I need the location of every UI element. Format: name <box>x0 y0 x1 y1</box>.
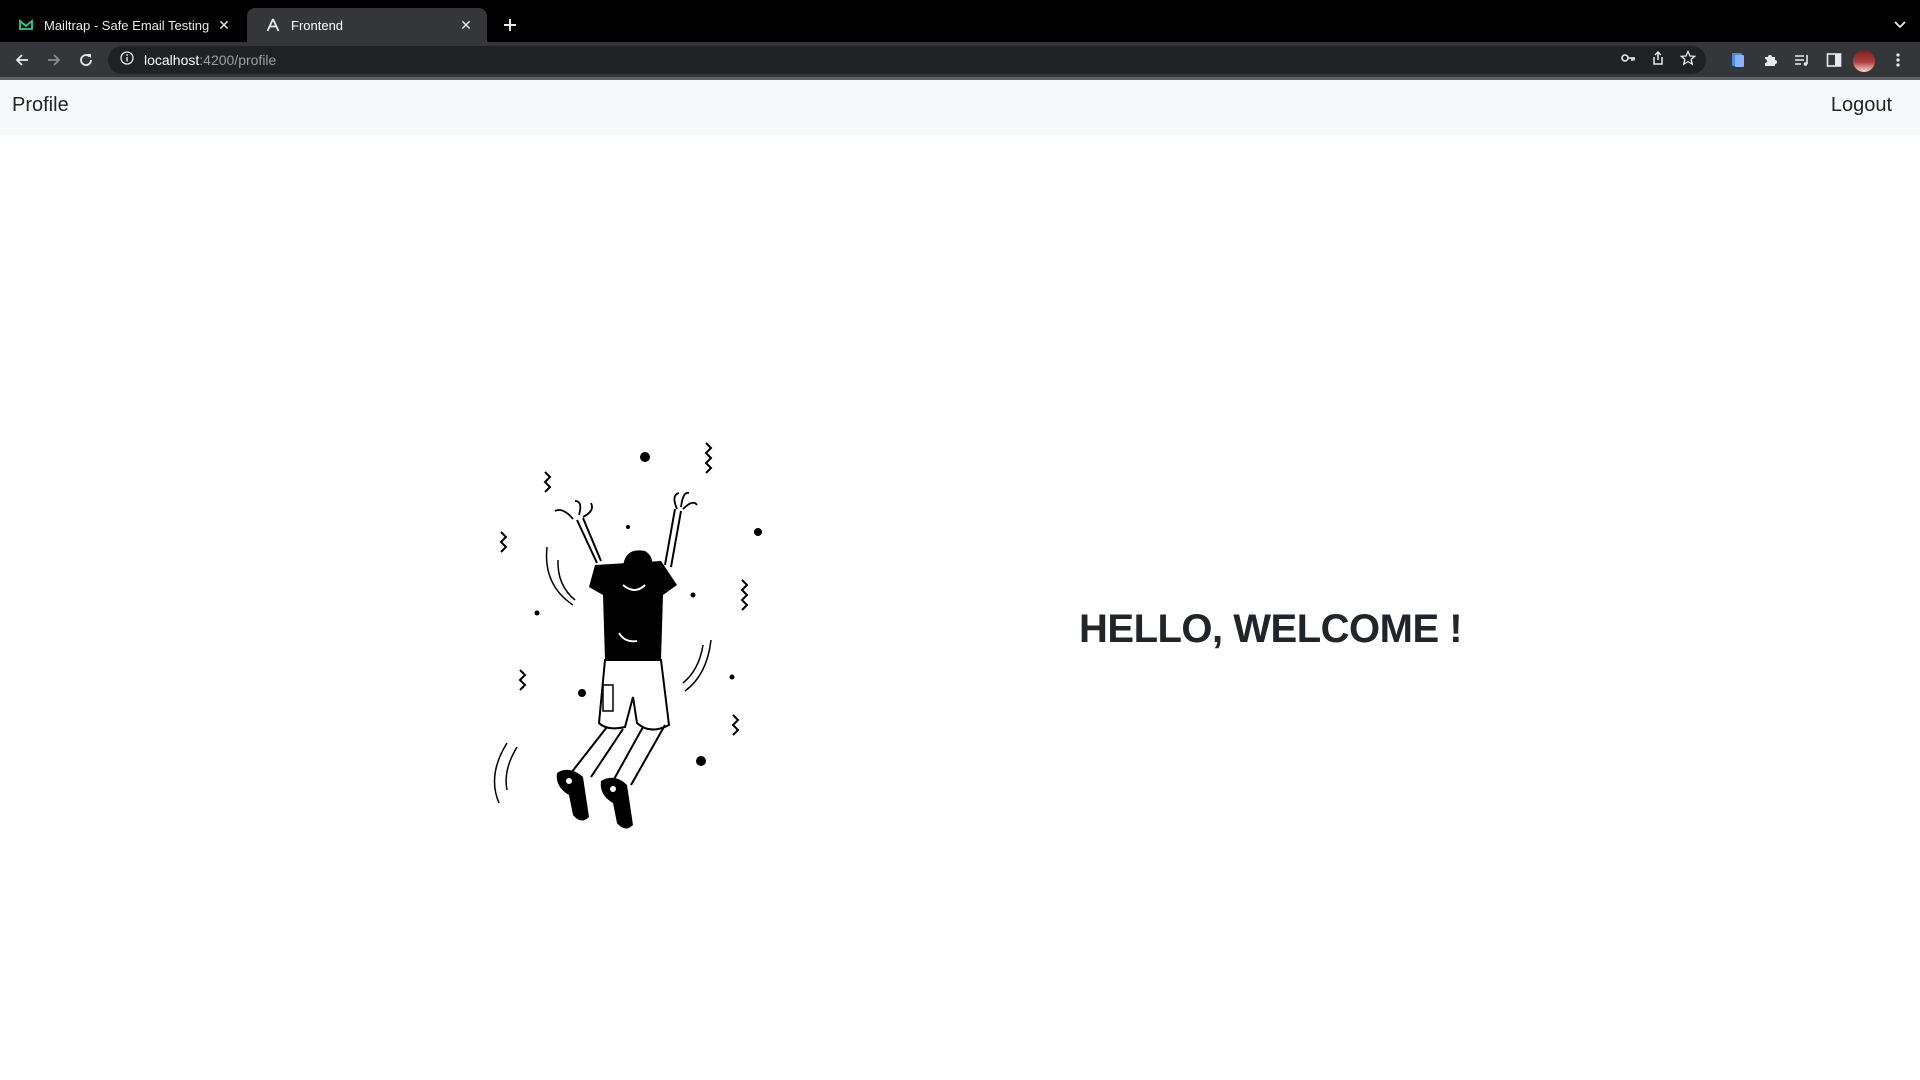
tab-mailtrap[interactable]: Mailtrap - Safe Email Testing ✕ <box>0 8 245 42</box>
url-path: :4200/profile <box>199 52 277 68</box>
browser-toolbar: localhost:4200/profile <box>0 42 1920 77</box>
mailtrap-icon <box>18 17 34 33</box>
tab-frontend[interactable]: Frontend ✕ <box>247 8 487 42</box>
jumping-person-illustration <box>493 442 762 829</box>
profile-avatar[interactable] <box>1853 50 1875 72</box>
side-panel-icon[interactable] <box>1820 46 1848 74</box>
url-text: localhost:4200/profile <box>144 52 276 68</box>
back-arrow-icon[interactable] <box>8 46 36 74</box>
share-icon[interactable] <box>1650 50 1666 71</box>
address-bar[interactable]: localhost:4200/profile <box>108 46 1706 74</box>
tab-title: Mailtrap - Safe Email Testing <box>44 17 210 33</box>
media-queue-icon[interactable] <box>1788 46 1816 74</box>
navbar-brand-profile[interactable]: Profile <box>12 94 69 117</box>
tab-title: Frontend <box>291 17 344 33</box>
reload-icon[interactable] <box>72 46 100 74</box>
puzzle-extensions-icon[interactable] <box>1756 46 1784 74</box>
url-host: localhost <box>144 52 200 68</box>
app-navbar: Profile Logout <box>0 80 1920 135</box>
browser-tab-strip: Mailtrap - Safe Email Testing ✕ Frontend… <box>0 0 1920 42</box>
site-info-icon[interactable] <box>120 50 134 70</box>
angular-icon <box>265 17 281 33</box>
close-tab-icon[interactable]: ✕ <box>215 16 233 34</box>
logout-link[interactable]: Logout <box>1831 94 1892 117</box>
more-menu-icon[interactable] <box>1884 46 1912 74</box>
extension-doc-icon[interactable] <box>1724 46 1752 74</box>
welcome-heading: HELLO, WELCOME ! <box>1079 607 1463 651</box>
new-tab-button[interactable] <box>498 13 522 37</box>
close-tab-icon[interactable]: ✕ <box>457 16 475 34</box>
key-icon[interactable] <box>1620 50 1636 71</box>
bookmark-star-icon[interactable] <box>1679 49 1697 71</box>
tab-search-chevron-down-icon[interactable] <box>1888 13 1912 37</box>
address-bar-actions <box>1620 49 1697 71</box>
forward-arrow-icon[interactable] <box>40 46 68 74</box>
